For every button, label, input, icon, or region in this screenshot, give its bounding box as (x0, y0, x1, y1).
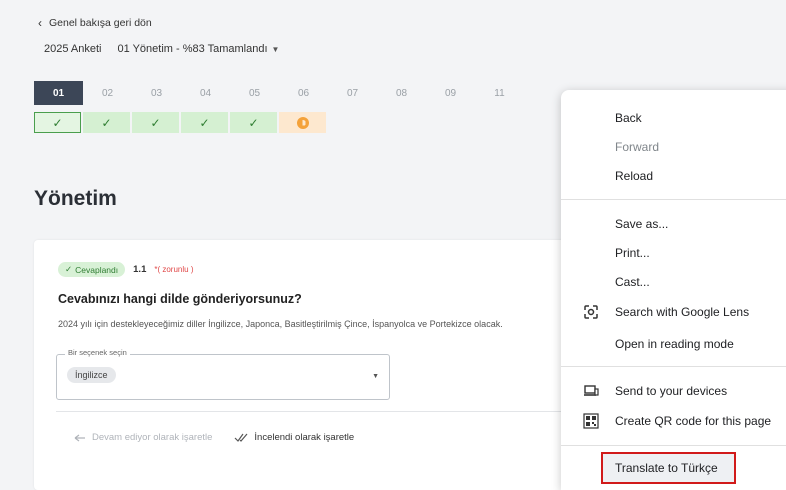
section-selector[interactable]: 01 Yönetim - %83 Tamamlandı ▼ (118, 43, 280, 55)
menu-separator (561, 366, 786, 367)
step-tab-05[interactable]: 05 (230, 81, 279, 105)
step-tab-09[interactable]: 09 (426, 81, 475, 105)
chevron-left-icon: ‹ (38, 16, 42, 30)
question-actions: Devam ediyor olarak işaretle İncelendi o… (74, 432, 354, 443)
menu-item-qr-code[interactable]: Create QR code for this page (561, 406, 786, 436)
check-icon: ✓ (132, 112, 179, 133)
menu-separator (561, 445, 786, 446)
step-tab-04[interactable]: 04 (181, 81, 230, 105)
step-tabs: 01 02 03 04 05 06 07 08 09 11 (34, 81, 524, 105)
caret-down-icon[interactable]: ▼ (372, 373, 379, 380)
step-tab-11[interactable]: 11 (475, 81, 524, 105)
check-icon: ✓ (65, 264, 73, 274)
selected-chip[interactable]: İngilizce (67, 367, 116, 383)
undo-arrow-icon (74, 434, 85, 442)
check-icon: ✓ (83, 112, 130, 133)
step-tab-06[interactable]: 06 (279, 81, 328, 105)
status-badge: ✓ Cevaplandı (58, 262, 126, 277)
step-tab-03[interactable]: 03 (132, 81, 181, 105)
google-lens-icon (583, 304, 599, 320)
mark-reviewed-button[interactable]: İncelendi olarak işaretle (234, 432, 354, 443)
check-icon: ✓ (181, 112, 228, 133)
divider (56, 411, 576, 412)
menu-item-reload[interactable]: Reload (561, 161, 786, 191)
devices-icon (583, 383, 599, 399)
menu-item-reading-mode[interactable]: Open in reading mode (561, 329, 786, 359)
step-status-pending (279, 112, 326, 133)
step-tab-07[interactable]: 07 (328, 81, 377, 105)
step-tab-01[interactable]: 01 (34, 81, 83, 105)
menu-item-print[interactable]: Print... (561, 238, 786, 268)
survey-name: 2025 Anketi (44, 43, 102, 55)
question-description: 2024 yılı için destekleyeceğimiz diller … (58, 319, 503, 329)
section-title: Yönetim (34, 187, 117, 210)
survey-breadcrumb: 2025 Anketi 01 Yönetim - %83 Tamamlandı ▼ (44, 43, 279, 55)
menu-item-google-lens[interactable]: Search with Google Lens (561, 297, 786, 327)
language-select[interactable]: Bir seçenek seçin İngilizce ▼ (56, 348, 390, 400)
menu-item-translate[interactable]: Translate to Türkçe (561, 453, 786, 483)
menu-item-forward: Forward (615, 140, 660, 154)
step-status-row: ✓ ✓ ✓ ✓ ✓ (34, 112, 328, 133)
menu-item-send-devices[interactable]: Send to your devices (561, 376, 786, 406)
context-menu: Back Forward Reload Save as... Print... … (561, 90, 786, 490)
step-tab-08[interactable]: 08 (377, 81, 426, 105)
back-link-label: Genel bakışa geri dön (49, 17, 152, 29)
menu-item-save-as[interactable]: Save as... (561, 209, 786, 239)
mark-in-progress-button[interactable]: Devam ediyor olarak işaretle (74, 432, 212, 443)
back-to-overview-link[interactable]: ‹ Genel bakışa geri dön (38, 17, 152, 29)
menu-item-back[interactable]: Back (561, 103, 786, 133)
caret-down-icon: ▼ (271, 45, 280, 54)
question-meta: ✓ Cevaplandı 1.1 *( zorunlu ) (58, 262, 193, 277)
question-number: 1.1 (133, 264, 147, 275)
in-progress-icon (296, 116, 309, 129)
required-label: *( zorunlu ) (154, 265, 194, 274)
menu-item-cast[interactable]: Cast... (561, 267, 786, 297)
check-icon: ✓ (230, 112, 277, 133)
question-card: ✓ Cevaplandı 1.1 *( zorunlu ) Cevabınızı… (34, 240, 594, 490)
question-text: Cevabınızı hangi dilde gönderiyorsunuz? (58, 292, 302, 306)
select-label: Bir seçenek seçin (65, 348, 130, 357)
menu-separator (561, 199, 786, 200)
check-icon: ✓ (34, 112, 81, 133)
step-tab-02[interactable]: 02 (83, 81, 132, 105)
double-check-icon (234, 433, 248, 442)
qr-code-icon (583, 413, 599, 429)
